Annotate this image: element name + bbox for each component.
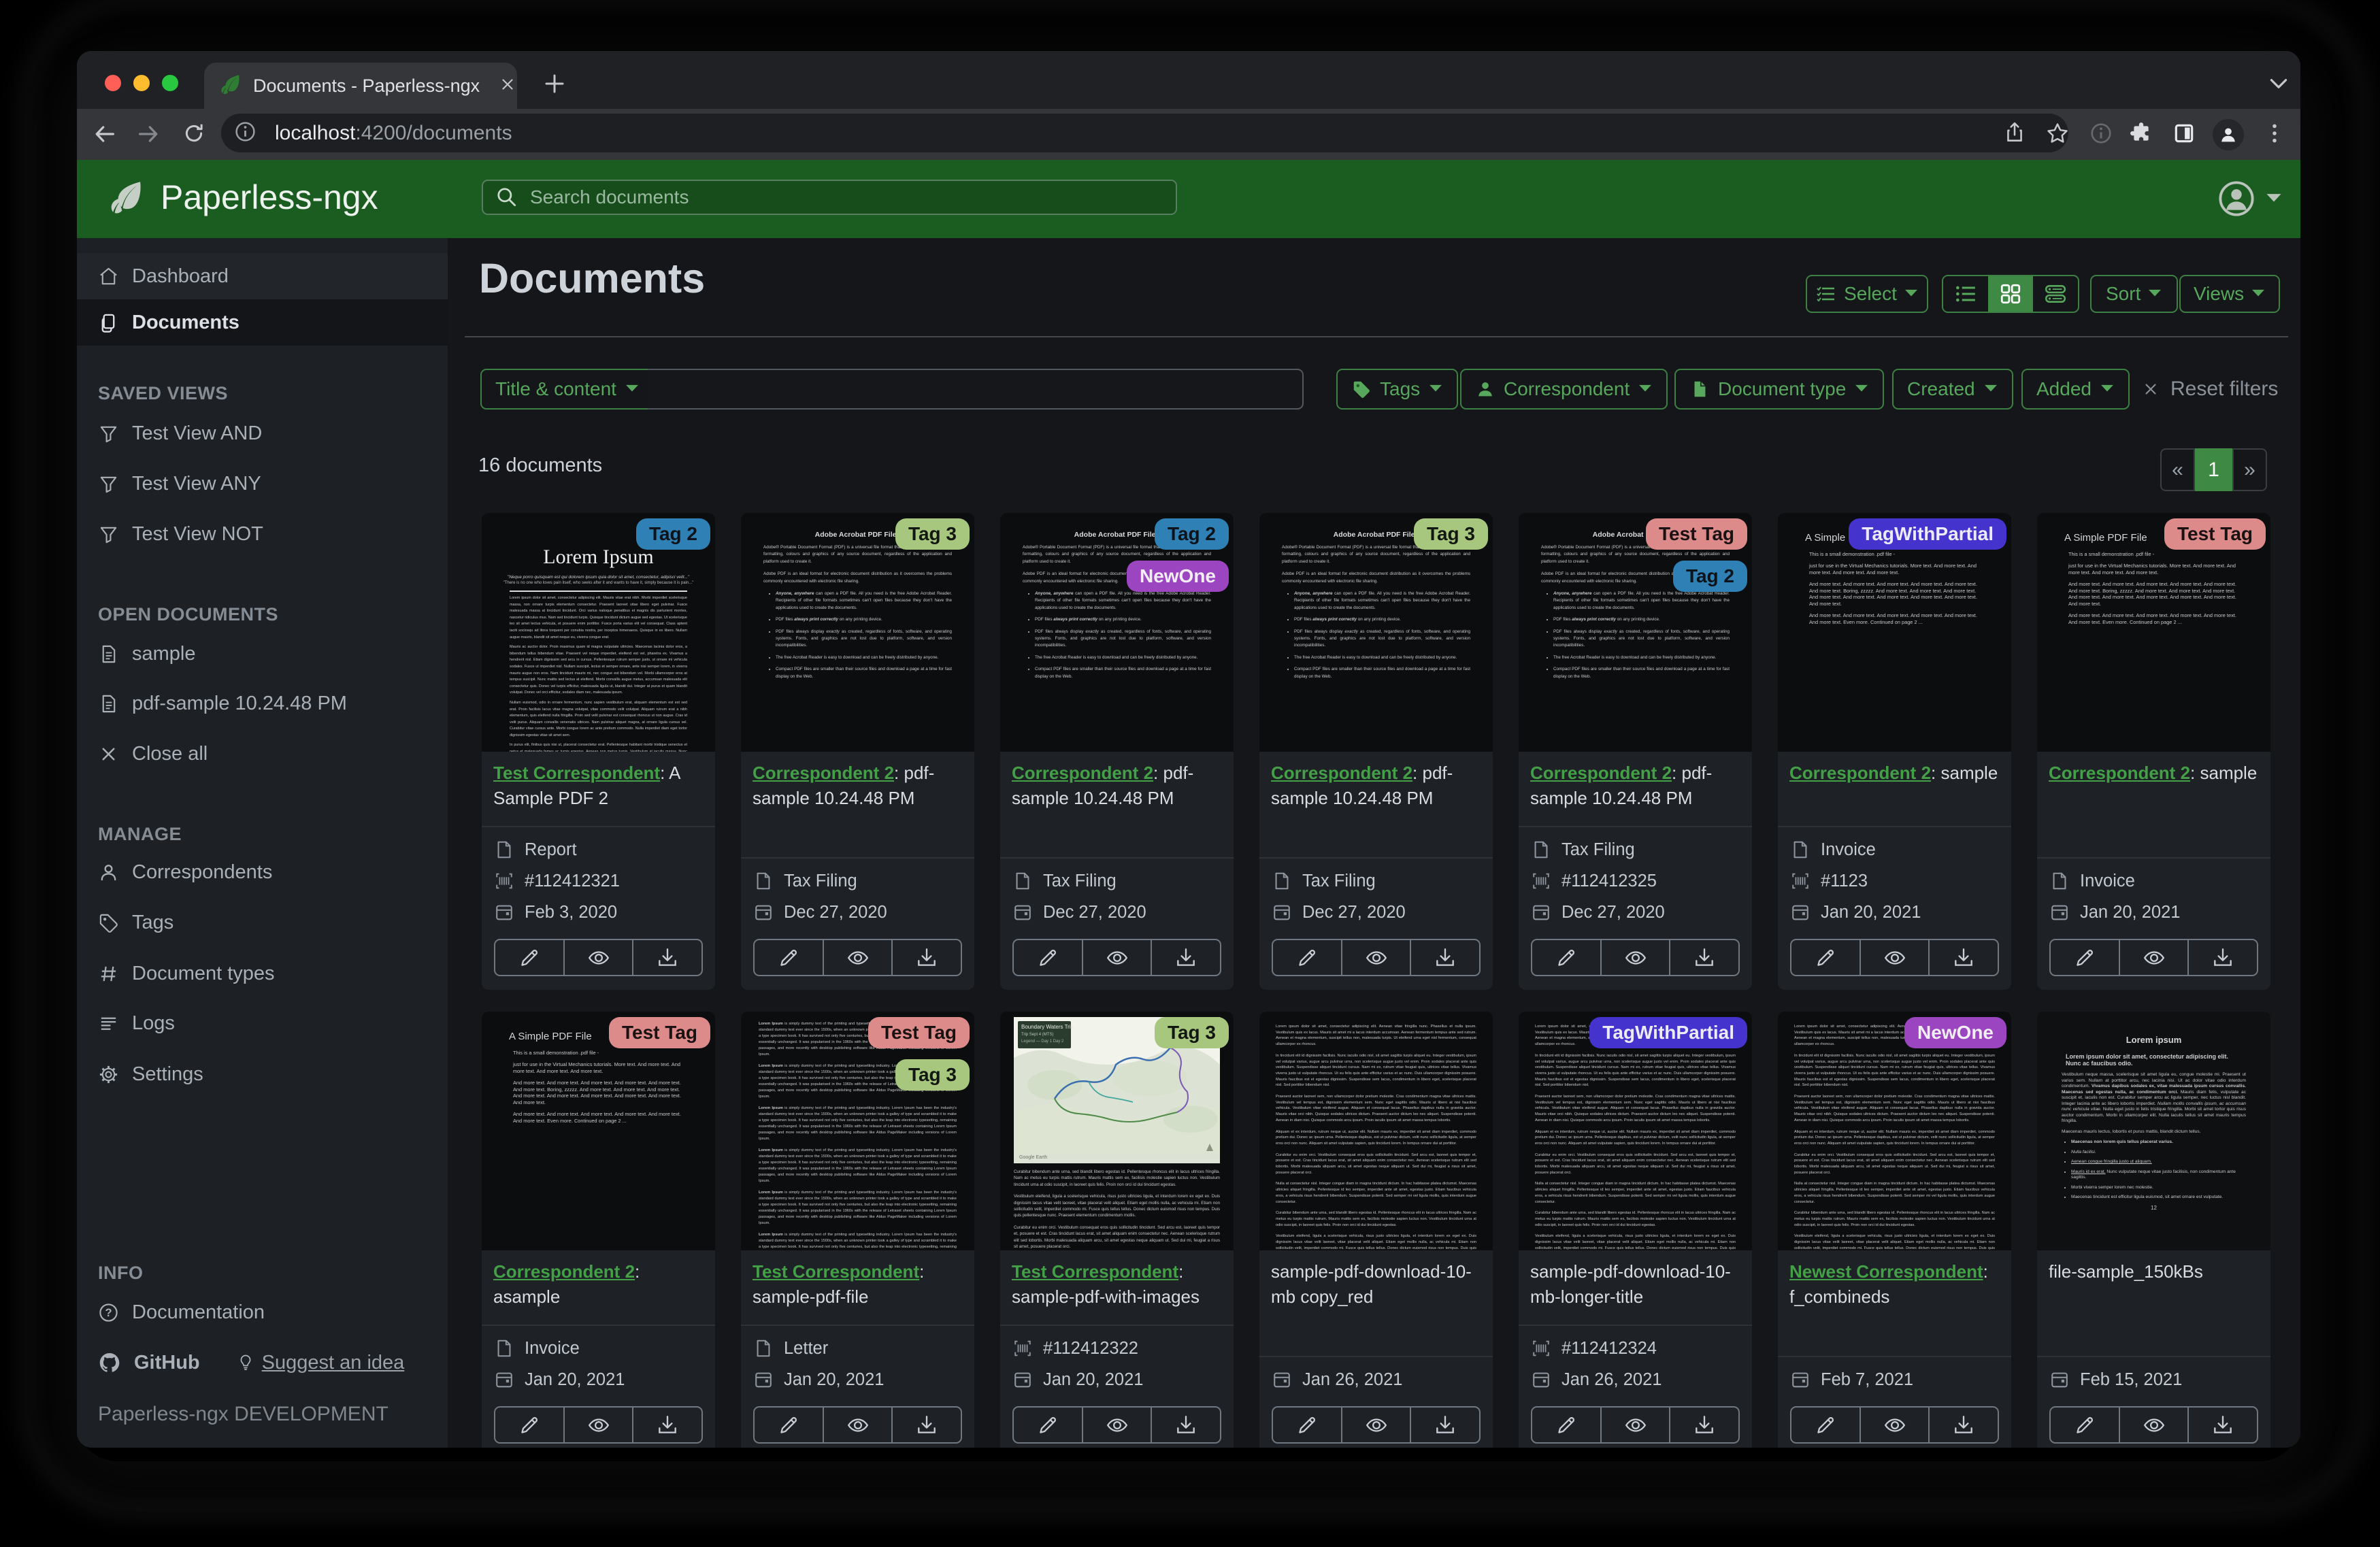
- svg-text:Legend — Day 1 Day 2: Legend — Day 1 Day 2: [1021, 1039, 1064, 1044]
- svg-text:Trip Sept 4 (MTS): Trip Sept 4 (MTS): [1021, 1033, 1053, 1037]
- svg-text:?: ?: [105, 1306, 112, 1318]
- svg-text:Boundary Waters Trip: Boundary Waters Trip: [1021, 1024, 1074, 1030]
- svg-text:Google Earth: Google Earth: [1019, 1155, 1047, 1160]
